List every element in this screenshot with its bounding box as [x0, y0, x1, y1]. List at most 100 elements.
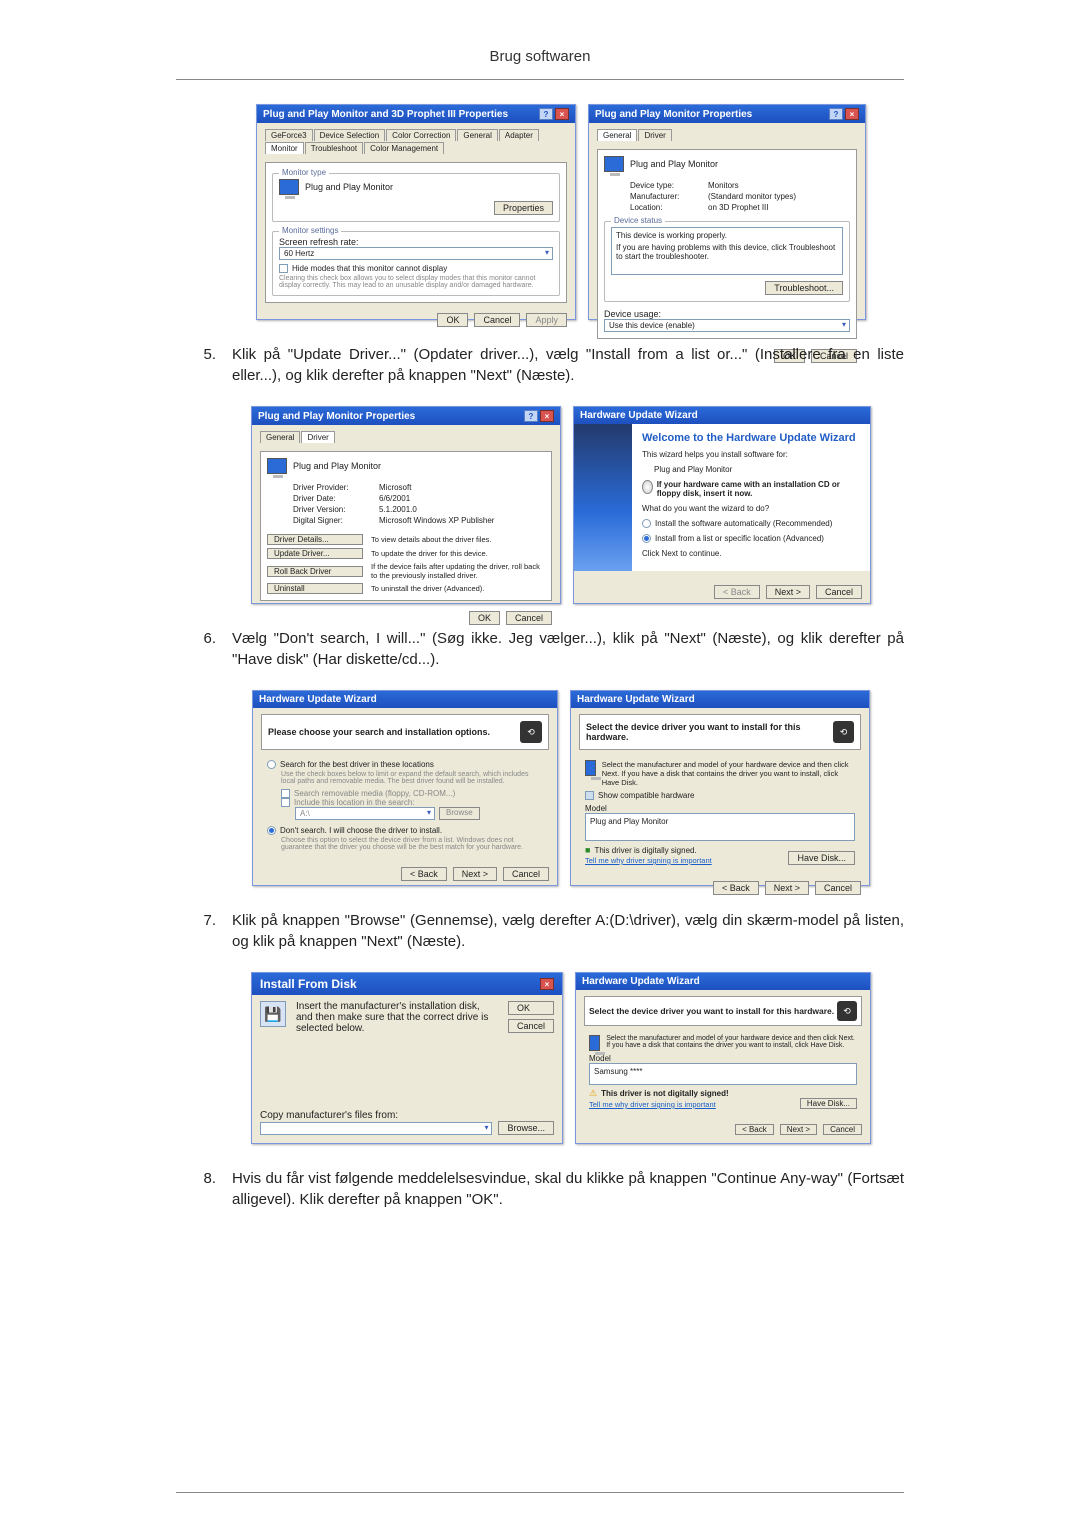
have-disk-button[interactable]: Have Disk... — [800, 1098, 857, 1109]
wizard-side-graphic — [574, 424, 632, 571]
version-value: 5.1.2001.0 — [379, 505, 545, 514]
dialog-pnp-monitor-properties-driver: Plug and Play Monitor Properties ?× Gene… — [251, 406, 561, 604]
close-icon[interactable]: × — [845, 108, 859, 120]
radio-auto[interactable] — [642, 519, 651, 528]
signed-icon: ■ — [585, 845, 590, 855]
driver-details-text: To view details about the driver files. — [371, 535, 545, 544]
rollback-driver-button[interactable]: Roll Back Driver — [267, 566, 363, 577]
troubleshoot-button[interactable]: Troubleshoot... — [765, 281, 843, 295]
cancel-button[interactable]: Cancel — [816, 585, 862, 599]
chk-removable-label: Search removable media (floppy, CD-ROM..… — [294, 789, 455, 798]
tab-general[interactable]: General — [260, 431, 300, 443]
hide-modes-checkbox[interactable] — [279, 264, 288, 273]
tab-adapter[interactable]: Adapter — [499, 129, 539, 141]
provider-label: Driver Provider: — [293, 483, 373, 492]
model-listbox[interactable]: Plug and Play Monitor — [585, 813, 855, 841]
dialog-hardware-update-wizard-choose-search: Hardware Update Wizard Please choose you… — [252, 690, 558, 886]
not-signed-text: This driver is not digitally signed! — [601, 1089, 729, 1098]
cancel-button[interactable]: Cancel — [474, 313, 520, 327]
model-item[interactable]: Plug and Play Monitor — [590, 817, 668, 826]
signing-link[interactable]: Tell me why driver signing is important — [585, 856, 712, 865]
status-line-2: If you are having problems with this dev… — [616, 243, 838, 261]
radio-list[interactable] — [642, 534, 651, 543]
uninstall-button[interactable]: Uninstall — [267, 583, 363, 594]
wizard-heading: Please choose your search and installati… — [268, 727, 490, 737]
location-label: Location: — [630, 203, 702, 212]
step-number: 5. — [176, 344, 216, 386]
step-number: 6. — [176, 628, 216, 670]
help-icon[interactable]: ? — [539, 108, 553, 120]
show-compatible-checkbox[interactable] — [585, 791, 594, 800]
devtype-value: Monitors — [708, 181, 850, 190]
tab-troubleshoot[interactable]: Troubleshoot — [305, 142, 363, 154]
model-item[interactable]: Samsung **** — [594, 1067, 642, 1076]
step-text: Klik på "Update Driver..." (Opdater driv… — [232, 344, 904, 386]
back-button[interactable]: < Back — [735, 1124, 774, 1135]
install-from-disk-help: Insert the manufacturer's installation d… — [296, 1001, 498, 1034]
tab-general[interactable]: General — [597, 129, 637, 141]
close-icon[interactable]: × — [540, 978, 554, 990]
cancel-button[interactable]: Cancel — [503, 867, 549, 881]
cancel-button[interactable]: Cancel — [815, 881, 861, 895]
wizard-what: What do you want the wizard to do? — [642, 504, 860, 513]
next-button[interactable]: Next > — [453, 867, 497, 881]
driver-details-button[interactable]: Driver Details... — [267, 534, 363, 545]
tab-geforce3[interactable]: GeForce3 — [265, 129, 313, 141]
wizard-heading: Welcome to the Hardware Update Wizard — [642, 432, 860, 444]
browse-button[interactable]: Browse... — [498, 1121, 554, 1135]
radio-search-label: Search for the best driver in these loca… — [280, 760, 434, 769]
tab-monitor[interactable]: Monitor — [265, 142, 304, 154]
help-icon[interactable]: ? — [524, 410, 538, 422]
dialog-title: Plug and Play Monitor Properties — [258, 411, 415, 422]
help-icon[interactable]: ? — [829, 108, 843, 120]
copy-from-select[interactable] — [260, 1122, 492, 1135]
dialog-hardware-update-wizard-select-driver: Hardware Update Wizard Select the device… — [570, 690, 870, 886]
update-driver-text: To update the driver for this device. — [371, 549, 545, 558]
tab-color-management[interactable]: Color Management — [364, 142, 444, 154]
wizard-heading: Select the device driver you want to ins… — [586, 722, 833, 742]
device-usage-select[interactable]: Use this device (enable) — [604, 319, 850, 332]
show-compatible-label: Show compatible hardware — [598, 791, 695, 800]
signed-text: This driver is digitally signed. — [594, 846, 696, 855]
ok-button[interactable]: OK — [469, 611, 500, 625]
ok-button[interactable]: OK — [508, 1001, 554, 1015]
tab-general[interactable]: General — [457, 129, 497, 141]
select-driver-help: Select the manufacturer and model of you… — [602, 760, 855, 787]
step-6: 6. Vælg "Don't search, I will..." (Søg i… — [176, 628, 904, 670]
ok-button[interactable]: OK — [437, 313, 468, 327]
refresh-rate-select[interactable]: 60 Hertz — [279, 247, 553, 260]
back-button[interactable]: < Back — [713, 881, 759, 895]
dialog-monitor-prophet-properties: Plug and Play Monitor and 3D Prophet III… — [256, 104, 576, 320]
cancel-button[interactable]: Cancel — [508, 1019, 554, 1033]
version-label: Driver Version: — [293, 505, 373, 514]
tab-driver[interactable]: Driver — [301, 431, 334, 443]
cancel-button[interactable]: Cancel — [823, 1124, 862, 1135]
properties-button[interactable]: Properties — [494, 201, 553, 215]
cancel-button[interactable]: Cancel — [506, 611, 552, 625]
next-button[interactable]: Next > — [766, 585, 810, 599]
close-icon[interactable]: × — [540, 410, 554, 422]
have-disk-button[interactable]: Have Disk... — [788, 851, 855, 865]
header-rule — [176, 79, 904, 80]
tab-device-selection[interactable]: Device Selection — [314, 129, 386, 141]
radio-list-label: Install from a list or specific location… — [655, 534, 824, 543]
model-listbox[interactable]: Samsung **** — [589, 1063, 857, 1085]
back-button[interactable]: < Back — [401, 867, 447, 881]
tab-color-correction[interactable]: Color Correction — [386, 129, 456, 141]
dialog-hardware-update-wizard-welcome: Hardware Update Wizard Welcome to the Ha… — [573, 406, 871, 604]
next-button[interactable]: Next > — [780, 1124, 817, 1135]
tab-driver[interactable]: Driver — [638, 129, 671, 141]
wizard-line-2: Plug and Play Monitor — [654, 465, 860, 474]
chk-include-label: Include this location in the search: — [294, 798, 415, 807]
update-driver-button[interactable]: Update Driver... — [267, 548, 363, 559]
next-button[interactable]: Next > — [765, 881, 809, 895]
close-icon[interactable]: × — [555, 108, 569, 120]
signing-link[interactable]: Tell me why driver signing is important — [589, 1100, 716, 1109]
radio-search[interactable] — [267, 760, 276, 769]
radio-dont-search[interactable] — [267, 826, 276, 835]
step-7: 7. Klik på knappen "Browse" (Gennemse), … — [176, 910, 904, 952]
warning-icon: ⚠ — [589, 1088, 597, 1099]
device-heading: Plug and Play Monitor — [293, 461, 381, 471]
model-label: Model — [585, 804, 855, 813]
monitor-icon — [589, 1035, 600, 1051]
